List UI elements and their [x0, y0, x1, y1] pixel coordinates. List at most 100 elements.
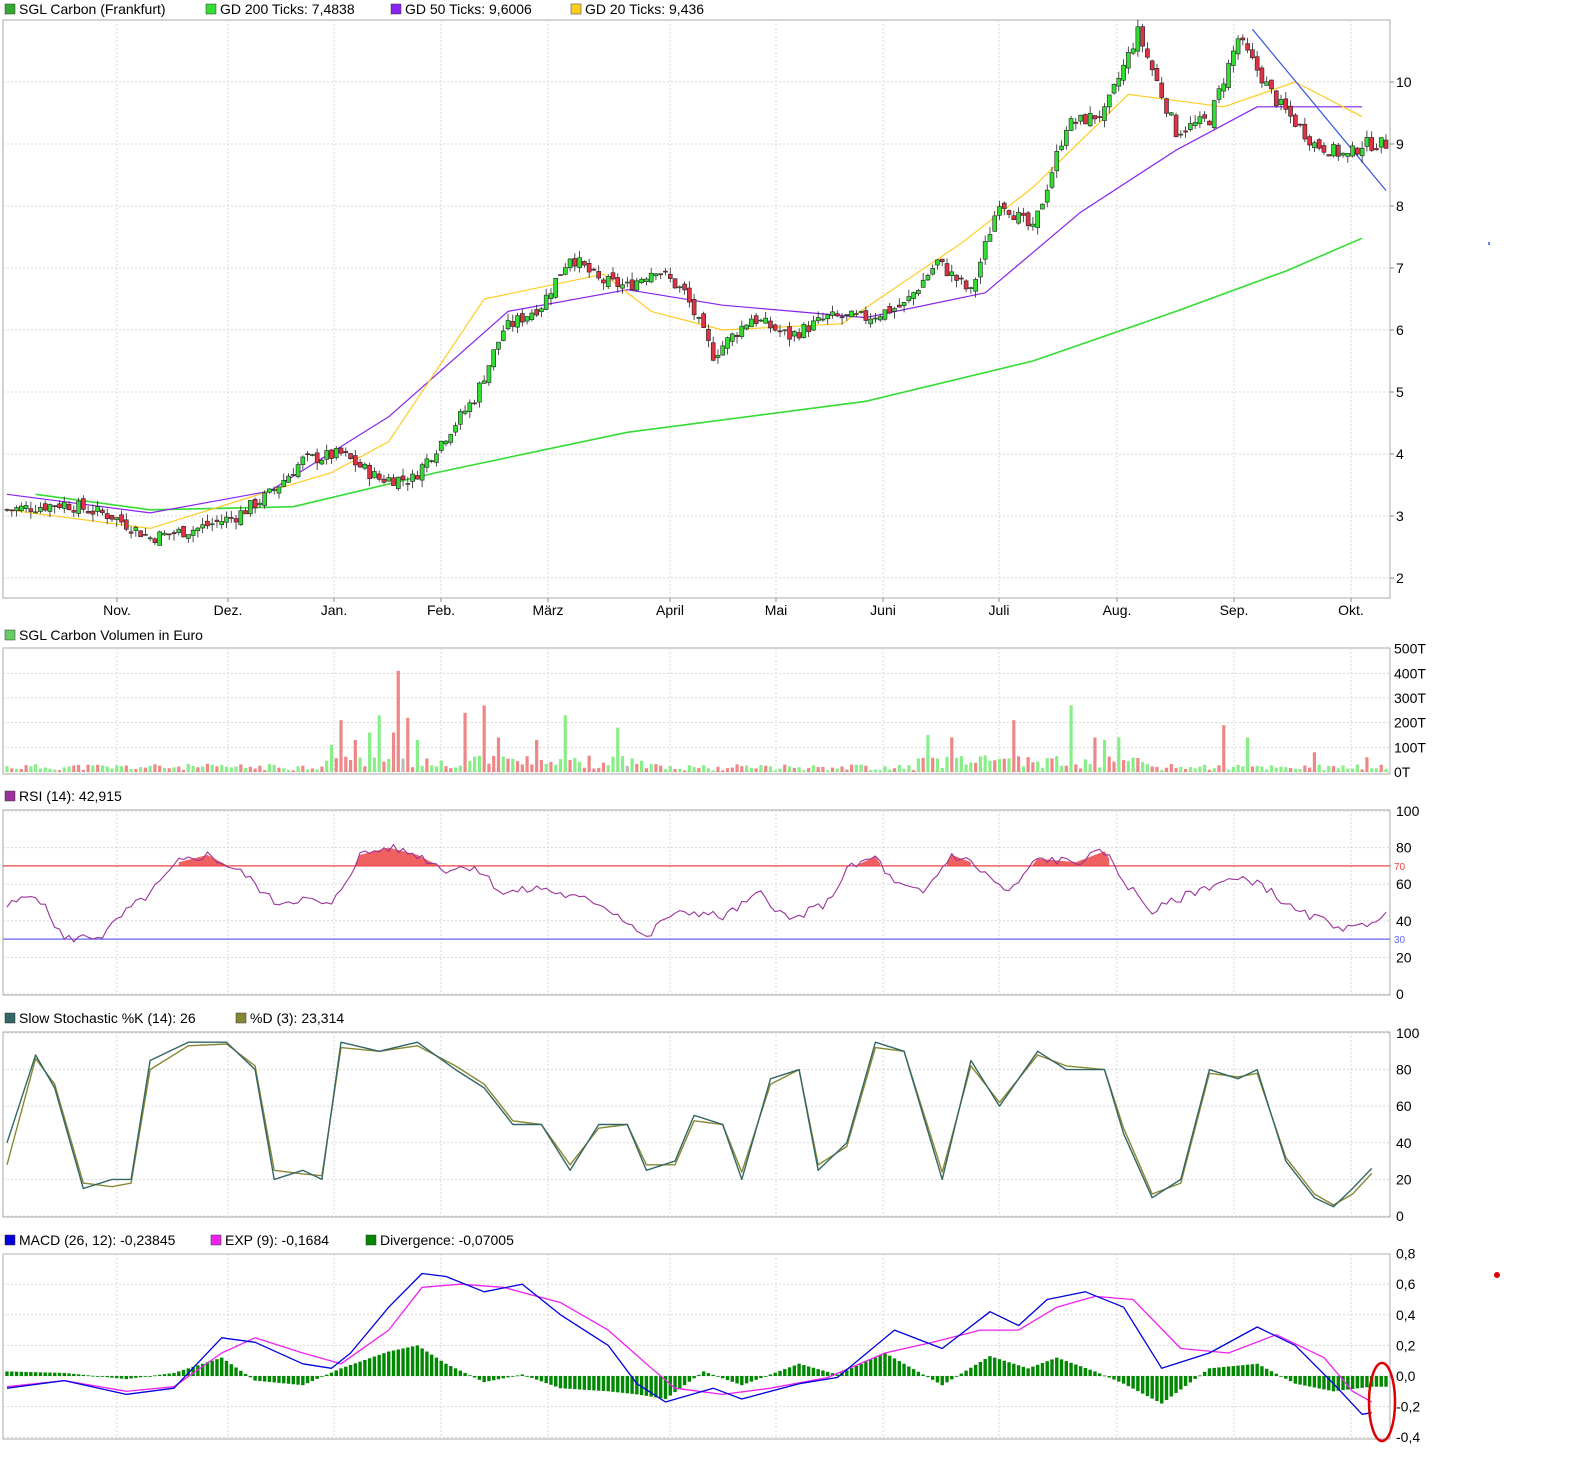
divergence-bar [659, 1376, 663, 1399]
volume-bar [1074, 764, 1078, 772]
volume-bar [616, 727, 620, 772]
divergence-bar [262, 1376, 267, 1382]
candle-body [1097, 116, 1103, 118]
volume-bar [277, 767, 281, 772]
candle-body [1221, 83, 1227, 92]
candle-body [486, 365, 492, 383]
candle-body [1297, 123, 1303, 126]
candle-body [620, 284, 625, 289]
volume-bar [1236, 764, 1240, 772]
divergence-bar [539, 1376, 544, 1382]
price-y-axis: 2 3 4 5 6 7 8 9 10 [1390, 74, 1412, 586]
candle-body [1116, 77, 1122, 87]
volume-bar [1241, 766, 1245, 772]
volume-bar [325, 760, 329, 772]
divergence-bar [596, 1376, 601, 1391]
candle-body [925, 275, 931, 281]
candle-body [267, 488, 272, 493]
volume-bar [420, 766, 424, 772]
volume-bar [525, 756, 529, 772]
candle-body [372, 471, 377, 479]
volume-bar [1374, 768, 1379, 772]
volume-bar [840, 766, 844, 772]
divergence-bar [220, 1357, 224, 1376]
candle-body [1126, 51, 1131, 69]
divergence-bar [358, 1361, 362, 1376]
y-tick-label: 200T [1394, 715, 1426, 731]
candle-body [176, 528, 182, 533]
volume-bar [530, 764, 534, 772]
candle-body [777, 330, 783, 333]
divergence-bar [682, 1376, 687, 1386]
volume-bar [463, 712, 467, 772]
divergence-bar [744, 1376, 749, 1384]
divergence-bar [19, 1371, 24, 1376]
candle-body [1273, 90, 1279, 107]
volume-bar [1231, 766, 1235, 772]
candle-body [429, 460, 434, 462]
legend-price: SGL Carbon (Frankfurt) [19, 1, 166, 17]
volume-bar [983, 755, 987, 772]
volume-bar [802, 770, 806, 772]
volume-bar [239, 764, 243, 772]
y-tick-label: 60 [1396, 1098, 1412, 1114]
candle-body [811, 320, 816, 331]
x-tick-label: April [656, 602, 684, 618]
divergence-bar [1074, 1364, 1078, 1376]
divergence-bar [1317, 1376, 1321, 1389]
y-tick-label: -0,4 [1396, 1429, 1420, 1445]
candle-body [76, 500, 81, 514]
candle-body [481, 380, 487, 384]
candle-body [467, 402, 473, 412]
divergence-bar [873, 1357, 878, 1376]
divergence-bar [964, 1370, 968, 1376]
divergence-bar [210, 1360, 214, 1376]
volume-bar [229, 767, 233, 772]
divergence-bar [1379, 1376, 1383, 1387]
volume-bar [1150, 766, 1154, 772]
volume-bar [48, 768, 52, 772]
candle-body [209, 523, 215, 526]
y-tick-label: 80 [1396, 840, 1412, 856]
volume-bar [554, 764, 558, 772]
x-tick-label: Sep. [1220, 602, 1249, 618]
divergence-bar [854, 1365, 859, 1376]
price-x-axis: Nov. Dez. Jan. Feb. März April Mai Juni Juli Aug.… [103, 598, 1364, 618]
candle-body [252, 498, 258, 509]
divergence-bar [29, 1372, 33, 1376]
divergence-bar [1031, 1366, 1035, 1376]
candle-body [1231, 50, 1236, 66]
divergence-bar [716, 1376, 720, 1377]
divergence-bar [711, 1374, 715, 1376]
divergence-bar [1126, 1376, 1131, 1387]
volume-bar [778, 768, 782, 772]
volume-bar [377, 715, 381, 772]
volume-bar [1279, 766, 1283, 772]
volume-bar [1145, 764, 1150, 772]
candle-body [763, 317, 768, 324]
divergence-bar [687, 1376, 692, 1382]
divergence-bar [997, 1359, 1002, 1376]
volume-bar [1007, 758, 1011, 772]
divergence-bar [868, 1359, 873, 1376]
candle-body [1016, 211, 1021, 224]
candle-body [997, 206, 1002, 216]
volume-bar [854, 764, 858, 772]
divergence-bar [1131, 1376, 1135, 1389]
volume-bar [993, 760, 997, 772]
volume-bar [425, 758, 429, 772]
volume-bar [864, 765, 868, 772]
candle-body [133, 527, 139, 531]
divergence-bar [606, 1376, 610, 1392]
divergence-bar [76, 1374, 81, 1376]
divergence-bar [1193, 1376, 1197, 1379]
x-tick-label: Mai [765, 602, 788, 618]
candle-body [529, 312, 535, 320]
divergence-bar [725, 1376, 730, 1381]
candle-body [90, 510, 96, 515]
y-tick-label: 400T [1394, 665, 1426, 681]
volume-bar [682, 770, 687, 772]
volume-bar [573, 757, 577, 772]
volume-bar [1160, 769, 1164, 772]
volume-bar [1136, 758, 1140, 772]
